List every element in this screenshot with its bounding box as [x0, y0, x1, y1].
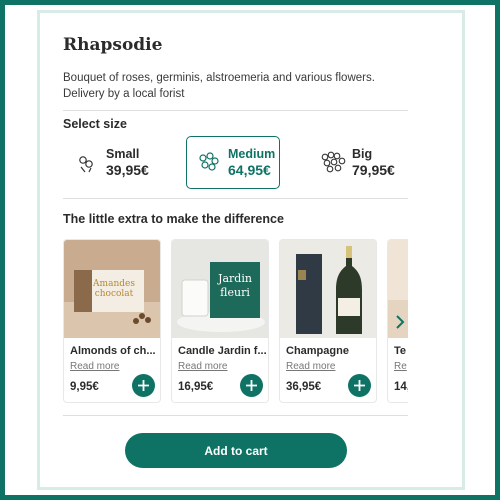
- box-label-line2: chocolat: [95, 289, 134, 299]
- size-label: Big: [352, 147, 373, 161]
- divider: [63, 415, 408, 416]
- medium-bouquet-icon: [199, 151, 219, 171]
- box-label-line1: Amandes: [92, 279, 135, 289]
- candle-image: Jardin fleuri: [172, 240, 268, 338]
- extra-price: 14,: [394, 381, 408, 393]
- plus-icon: [354, 380, 365, 391]
- read-more-link[interactable]: Re: [394, 361, 407, 372]
- extra-name: Candle Jardin f...: [178, 345, 267, 357]
- size-price: 39,95€: [106, 162, 149, 178]
- carousel-next-button[interactable]: [390, 309, 410, 335]
- read-more-link[interactable]: Read more: [286, 361, 335, 372]
- add-extra-button[interactable]: [132, 374, 155, 397]
- big-bouquet-icon: [321, 151, 346, 172]
- extra-price: 16,95€: [178, 381, 214, 393]
- size-option-medium[interactable]: Medium 64,95€: [186, 136, 280, 189]
- product-panel: Rhapsodie Bouquet of roses, germinis, al…: [37, 10, 465, 490]
- size-price: 79,95€: [352, 162, 395, 178]
- extra-price: 9,95€: [70, 381, 99, 393]
- size-label: Medium: [228, 147, 276, 161]
- size-option-small[interactable]: Small 39,95€: [74, 136, 167, 189]
- read-more-link[interactable]: Read more: [70, 361, 119, 372]
- almonds-image: Amandes chocolat: [64, 240, 160, 338]
- box-label-line2: fleuri: [220, 286, 250, 299]
- size-price: 64,95€: [228, 162, 271, 178]
- plus-icon: [138, 380, 149, 391]
- extra-price: 36,95€: [286, 381, 322, 393]
- chevron-right-icon: [396, 315, 405, 329]
- extra-card-almonds[interactable]: Amandes chocolat Almonds of ch... Read m…: [63, 239, 161, 403]
- extra-card-champagne[interactable]: Champagne Read more 36,95€: [279, 239, 377, 403]
- extra-card-candle[interactable]: Jardin fleuri Candle Jardin f... Read mo…: [171, 239, 269, 403]
- extra-name: Te: [394, 345, 407, 357]
- extra-name: Almonds of ch...: [70, 345, 156, 357]
- product-description: Bouquet of roses, germinis, alstroemeria…: [63, 72, 375, 84]
- size-label: Small: [106, 147, 140, 161]
- size-section-title: Select size: [63, 117, 127, 131]
- small-bouquet-icon: [79, 155, 93, 172]
- extras-section-title: The little extra to make the difference: [63, 212, 284, 226]
- add-to-cart-button[interactable]: Add to cart: [125, 433, 347, 468]
- delivery-info: Delivery by a local forist: [63, 88, 185, 100]
- add-extra-button[interactable]: [240, 374, 263, 397]
- box-label-line1: Jardin: [217, 272, 252, 285]
- add-extra-button[interactable]: [348, 374, 371, 397]
- divider: [63, 110, 408, 111]
- product-title: Rhapsodie: [63, 35, 163, 55]
- extra-name: Champagne: [286, 345, 349, 357]
- champagne-image: [280, 240, 376, 338]
- divider: [63, 198, 408, 199]
- extras-carousel: Amandes chocolat Almonds of ch... Read m…: [63, 239, 408, 403]
- size-option-big[interactable]: Big 79,95€: [320, 136, 413, 189]
- plus-icon: [246, 380, 257, 391]
- read-more-link[interactable]: Read more: [178, 361, 227, 372]
